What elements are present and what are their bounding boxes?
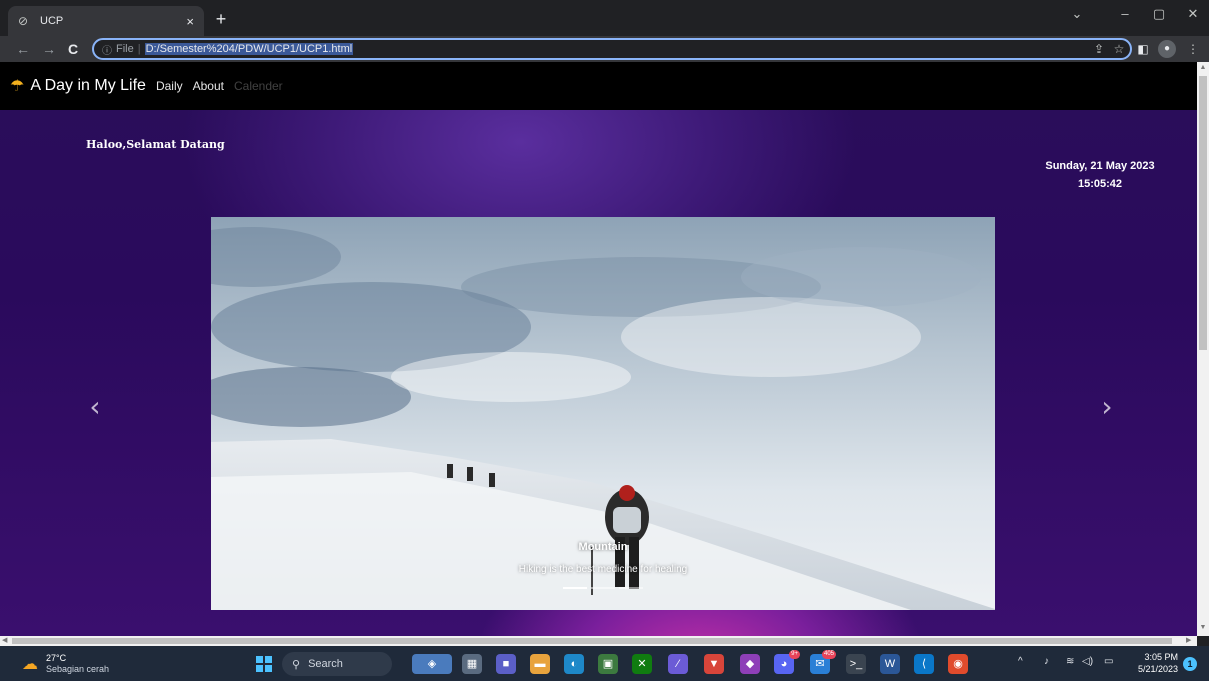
menu-icon[interactable]: ⋮ (1184, 40, 1202, 58)
discord-icon[interactable]: ◕ 9+ (774, 650, 800, 674)
carousel-caption-title: Mountain (578, 541, 628, 553)
scheme-label: File (116, 43, 134, 55)
site-info-icon[interactable]: ⓘ (102, 42, 112, 57)
greeting-text: Haloo,Selamat Datang (86, 138, 225, 151)
star-icon[interactable]: ☆ (1110, 40, 1128, 58)
carousel-indicator[interactable] (563, 587, 587, 589)
tab-ucp[interactable]: ⊘ UCP × (8, 6, 204, 36)
search-icon: ⚲ (292, 658, 301, 671)
carousel-indicator[interactable] (591, 587, 615, 589)
carousel-prev-button[interactable]: ‹ (80, 392, 110, 422)
address-bar[interactable]: ⓘ File | D:/Semester%204/PDW/UCP1/UCP1.h… (92, 38, 1132, 60)
windows-taskbar: ☁ 27°C Sebagian cerah ⚲ Search ◈ ▦ ■ ▬ ◐… (0, 646, 1209, 681)
task-view-icon[interactable]: ▦ (462, 654, 482, 674)
terminal-icon[interactable]: >_ (846, 654, 866, 674)
carousel-indicators (563, 587, 643, 589)
image-carousel: Mountain Hiking is the best medicine for… (211, 217, 995, 610)
web-page: ☂ A Day in My Life Daily About Calender … (0, 62, 1197, 636)
clock-date[interactable]: 5/21/2023 (1126, 664, 1178, 674)
microphone-icon[interactable]: ♪ (1044, 656, 1049, 667)
battery-icon[interactable]: ▭ (1104, 656, 1113, 667)
horizontal-scrollbar[interactable]: ◀ ▶ (0, 636, 1197, 646)
forward-icon[interactable]: → (40, 40, 58, 58)
sidepanel-icon[interactable]: ◧ (1134, 40, 1152, 58)
date-display: Sunday, 21 May 2023 (1045, 160, 1155, 172)
site-navbar: ☂ A Day in My Life Daily About Calender (0, 62, 1197, 110)
widgets-icon[interactable]: ◈ (412, 654, 452, 674)
app-icon[interactable]: ◆ (740, 654, 760, 674)
time-display: 15:05:42 (1077, 178, 1123, 190)
reload-icon[interactable]: C (64, 40, 82, 58)
chevron-up-icon[interactable]: ^ (1018, 656, 1023, 667)
tab-search-icon[interactable]: ⌄ (1066, 6, 1088, 22)
discord-badge: 9+ (789, 650, 800, 659)
mail-badge: 405 (821, 650, 836, 659)
close-window-icon[interactable]: ✕ (1182, 6, 1204, 22)
xbox-icon[interactable]: ✕ (632, 654, 652, 674)
weather-temperature[interactable]: 27°C (46, 653, 66, 663)
scroll-right-icon[interactable]: ▶ (1186, 636, 1191, 646)
nav-link-daily[interactable]: Daily (156, 79, 183, 93)
mail-icon[interactable]: ✉ 405 (810, 650, 836, 674)
minimize-icon[interactable]: – (1114, 6, 1136, 21)
notification-badge[interactable]: 1 (1183, 657, 1197, 671)
back-icon[interactable]: ← (14, 40, 32, 58)
umbrella-icon: ☂ (10, 78, 25, 95)
nav-link-about[interactable]: About (193, 79, 224, 93)
maximize-icon[interactable]: ▢ (1148, 6, 1170, 22)
address-separator: | (137, 43, 141, 55)
tab-strip: ⊘ UCP × + ⌄ – ▢ ✕ (0, 0, 1209, 36)
clock-time[interactable]: 3:05 PM (1130, 652, 1178, 662)
vertical-scroll-thumb[interactable] (1199, 76, 1207, 350)
horizontal-scroll-thumb[interactable] (12, 638, 1172, 644)
app-icon[interactable]: ⁄ (668, 654, 688, 674)
weather-icon[interactable]: ☁ (22, 654, 38, 674)
search-label: Search (308, 658, 343, 670)
scroll-up-icon[interactable]: ▲ (1197, 64, 1209, 71)
taskbar-search[interactable]: ⚲ Search (282, 652, 392, 676)
file-explorer-icon[interactable]: ▬ (530, 654, 550, 674)
edge-icon[interactable]: ◐ (564, 654, 584, 674)
share-icon[interactable]: ⇪ (1090, 40, 1108, 58)
volume-icon[interactable]: ◁) (1082, 656, 1093, 667)
profile-icon[interactable]: ● (1158, 40, 1176, 58)
tab-title: UCP (40, 15, 64, 27)
word-icon[interactable]: W (880, 654, 900, 674)
teams-icon[interactable]: ■ (496, 654, 516, 674)
vscode-icon[interactable]: ⟨ (914, 654, 934, 674)
brand-link[interactable]: A Day in My Life (30, 77, 146, 95)
wifi-icon[interactable]: ≋ (1066, 656, 1074, 667)
nav-link-calender: Calender (233, 79, 283, 93)
vertical-scrollbar[interactable]: ▲ ▼ (1197, 62, 1209, 636)
carousel-caption-text: Hiking is the best medicine for healing (518, 564, 688, 575)
carousel-next-button[interactable]: › (1092, 392, 1122, 422)
chrome-icon[interactable]: ◉ (948, 654, 968, 674)
close-tab-icon[interactable]: × (186, 14, 194, 29)
weather-description[interactable]: Sebagian cerah (46, 664, 109, 674)
carousel-indicator[interactable] (619, 587, 643, 589)
new-tab-button[interactable]: + (210, 8, 232, 30)
scroll-down-icon[interactable]: ▼ (1197, 624, 1209, 631)
brave-icon[interactable]: ▼ (704, 654, 724, 674)
url-text[interactable]: D:/Semester%204/PDW/UCP1/UCP1.html (144, 43, 354, 55)
store-icon[interactable]: ▣ (598, 654, 618, 674)
browser-toolbar: ← → C ⓘ File | D:/Semester%204/PDW/UCP1/… (0, 36, 1209, 62)
scroll-left-icon[interactable]: ◀ (2, 636, 7, 646)
globe-icon: ⊘ (18, 14, 29, 28)
start-icon[interactable] (256, 656, 272, 672)
